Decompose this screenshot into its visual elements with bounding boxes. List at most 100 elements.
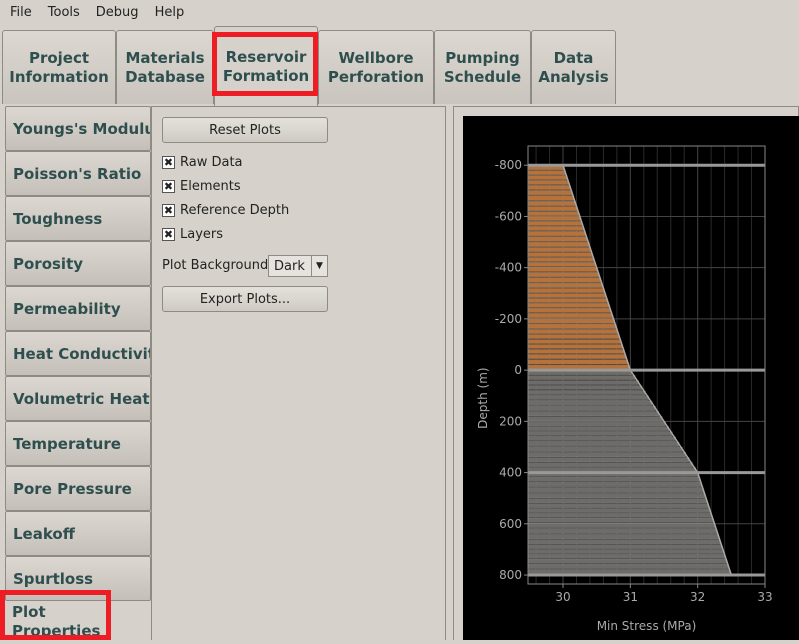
element-bar xyxy=(528,493,706,498)
sidebar-item-leakoff[interactable]: Leakoff xyxy=(5,511,151,556)
element-bar xyxy=(528,298,608,303)
element-bar xyxy=(528,503,709,508)
y-tick-label: 600 xyxy=(499,517,522,531)
menu-file[interactable]: File xyxy=(10,5,32,20)
element-bar xyxy=(528,359,628,364)
element-bar xyxy=(528,190,573,195)
tab-materials-database[interactable]: Materials Database xyxy=(116,30,214,104)
element-bar xyxy=(528,283,603,288)
element-bar xyxy=(528,508,711,513)
element-bar xyxy=(528,242,590,247)
element-bar xyxy=(528,534,719,539)
element-bar xyxy=(528,329,618,334)
sidebar-item-poisson-s-ratio[interactable]: Poisson's Ratio xyxy=(5,151,151,196)
export-plots-button[interactable]: Export Plots... xyxy=(162,286,328,312)
elements-checkbox[interactable]: ✖ Elements xyxy=(162,179,241,194)
element-bar xyxy=(528,339,622,344)
menu-debug[interactable]: Debug xyxy=(96,5,139,20)
element-bar xyxy=(528,528,718,534)
element-bar xyxy=(528,221,583,226)
element-bar xyxy=(528,206,578,211)
x-axis-label: Min Stress (MPa) xyxy=(597,619,697,633)
element-bar xyxy=(528,385,643,390)
y-tick-label: 800 xyxy=(499,568,522,582)
element-bar xyxy=(528,564,729,569)
element-bar xyxy=(528,452,686,457)
element-bar xyxy=(528,334,620,339)
element-bar xyxy=(528,354,627,359)
sidebar-item-volumetric-heat-capacity[interactable]: Volumetric Heat Capacity xyxy=(5,376,151,421)
tab-label: Project Information xyxy=(9,48,109,86)
sidebar-item-youngs-s-modulus[interactable]: Youngs's Modulus xyxy=(5,106,151,151)
element-bar xyxy=(528,252,593,257)
property-sidebar: Youngs's Modulus Poisson's Ratio Toughness… xyxy=(5,106,151,641)
tab-wellbore-perforation[interactable]: Wellbore Perforation xyxy=(318,30,434,104)
tab-project-information[interactable]: Project Information xyxy=(2,30,116,104)
sidebar-item-heat-conductivity[interactable]: Heat Conductivity xyxy=(5,331,151,376)
element-bar xyxy=(528,559,728,564)
checkbox-checked-icon: ✖ xyxy=(162,156,175,169)
y-tick-label: -400 xyxy=(495,261,522,275)
element-bar xyxy=(528,349,625,354)
checkbox-checked-icon: ✖ xyxy=(162,228,175,241)
tab-label: Wellbore Perforation xyxy=(327,48,425,86)
element-bar xyxy=(528,303,610,308)
element-bar xyxy=(528,211,580,216)
stress-plot: 30 31 32 33 -800 -600 -400 -200 0 200 400 600 800 Min… xyxy=(463,116,799,640)
checkbox-label: Raw Data xyxy=(180,155,243,170)
element-bar xyxy=(528,421,666,426)
sidebar-item-toughness[interactable]: Toughness xyxy=(5,196,151,241)
tab-data-analysis[interactable]: Data Analysis xyxy=(531,30,616,104)
tab-label: Materials Database xyxy=(125,48,205,86)
sidebar-item-pore-pressure[interactable]: Pore Pressure xyxy=(5,466,151,511)
menu-tools[interactable]: Tools xyxy=(48,5,80,20)
reset-plots-button[interactable]: Reset Plots xyxy=(162,117,328,143)
element-bar xyxy=(528,400,653,405)
element-bar xyxy=(528,277,601,283)
sidebar-item-temperature[interactable]: Temperature xyxy=(5,421,151,466)
element-bar xyxy=(528,487,704,493)
element-bar xyxy=(528,518,714,523)
element-bar xyxy=(528,365,630,370)
sidebar-item-porosity[interactable]: Porosity xyxy=(5,241,151,286)
plot-background-select[interactable]: Dark ▼ xyxy=(268,255,328,277)
checkbox-checked-icon: ✖ xyxy=(162,180,175,193)
tab-pumping-schedule[interactable]: Pumping Schedule xyxy=(434,30,531,104)
tab-label: Pumping Schedule xyxy=(443,48,522,86)
raw-data-checkbox[interactable]: ✖ Raw Data xyxy=(162,155,243,170)
element-bar xyxy=(528,395,649,400)
y-axis-label: Depth (m) xyxy=(476,367,490,428)
plot-properties-panel: Reset Plots ✖ Raw Data ✖ Elements ✖ Referen… xyxy=(151,106,446,640)
x-tick-label: 30 xyxy=(555,590,570,604)
element-bar xyxy=(528,411,659,416)
element-bar xyxy=(528,426,670,431)
checkbox-label: Reference Depth xyxy=(180,203,290,218)
element-bar xyxy=(528,523,716,528)
chart-svg: 30 31 32 33 -800 -600 -400 -200 0 200 400 600 800 Min… xyxy=(476,145,773,633)
element-bar xyxy=(528,467,696,472)
y-tick-label: -200 xyxy=(495,312,522,326)
y-tick-label: 400 xyxy=(499,466,522,480)
element-bar xyxy=(528,375,636,380)
element-bar xyxy=(528,175,568,180)
element-bar xyxy=(528,549,724,554)
element-bar xyxy=(528,457,690,462)
element-bar xyxy=(528,441,680,446)
sidebar-item-permeability[interactable]: Permeability xyxy=(5,286,151,331)
element-bar xyxy=(528,477,701,482)
element-bar xyxy=(528,170,566,175)
element-bar xyxy=(528,416,663,421)
reference-depth-checkbox[interactable]: ✖ Reference Depth xyxy=(162,203,289,218)
element-bar xyxy=(528,431,673,436)
menu-bar: File Tools Debug Help xyxy=(0,0,799,25)
highlight-box xyxy=(0,590,111,640)
element-bar xyxy=(528,308,611,313)
element-bar xyxy=(528,247,591,252)
chevron-down-icon: ▼ xyxy=(311,256,327,276)
element-bar xyxy=(528,201,576,206)
element-bar xyxy=(528,216,581,221)
layers-checkbox[interactable]: ✖ Layers xyxy=(162,227,223,242)
y-tick-label: -800 xyxy=(495,158,522,172)
element-bar xyxy=(528,405,656,411)
menu-help[interactable]: Help xyxy=(155,5,185,20)
